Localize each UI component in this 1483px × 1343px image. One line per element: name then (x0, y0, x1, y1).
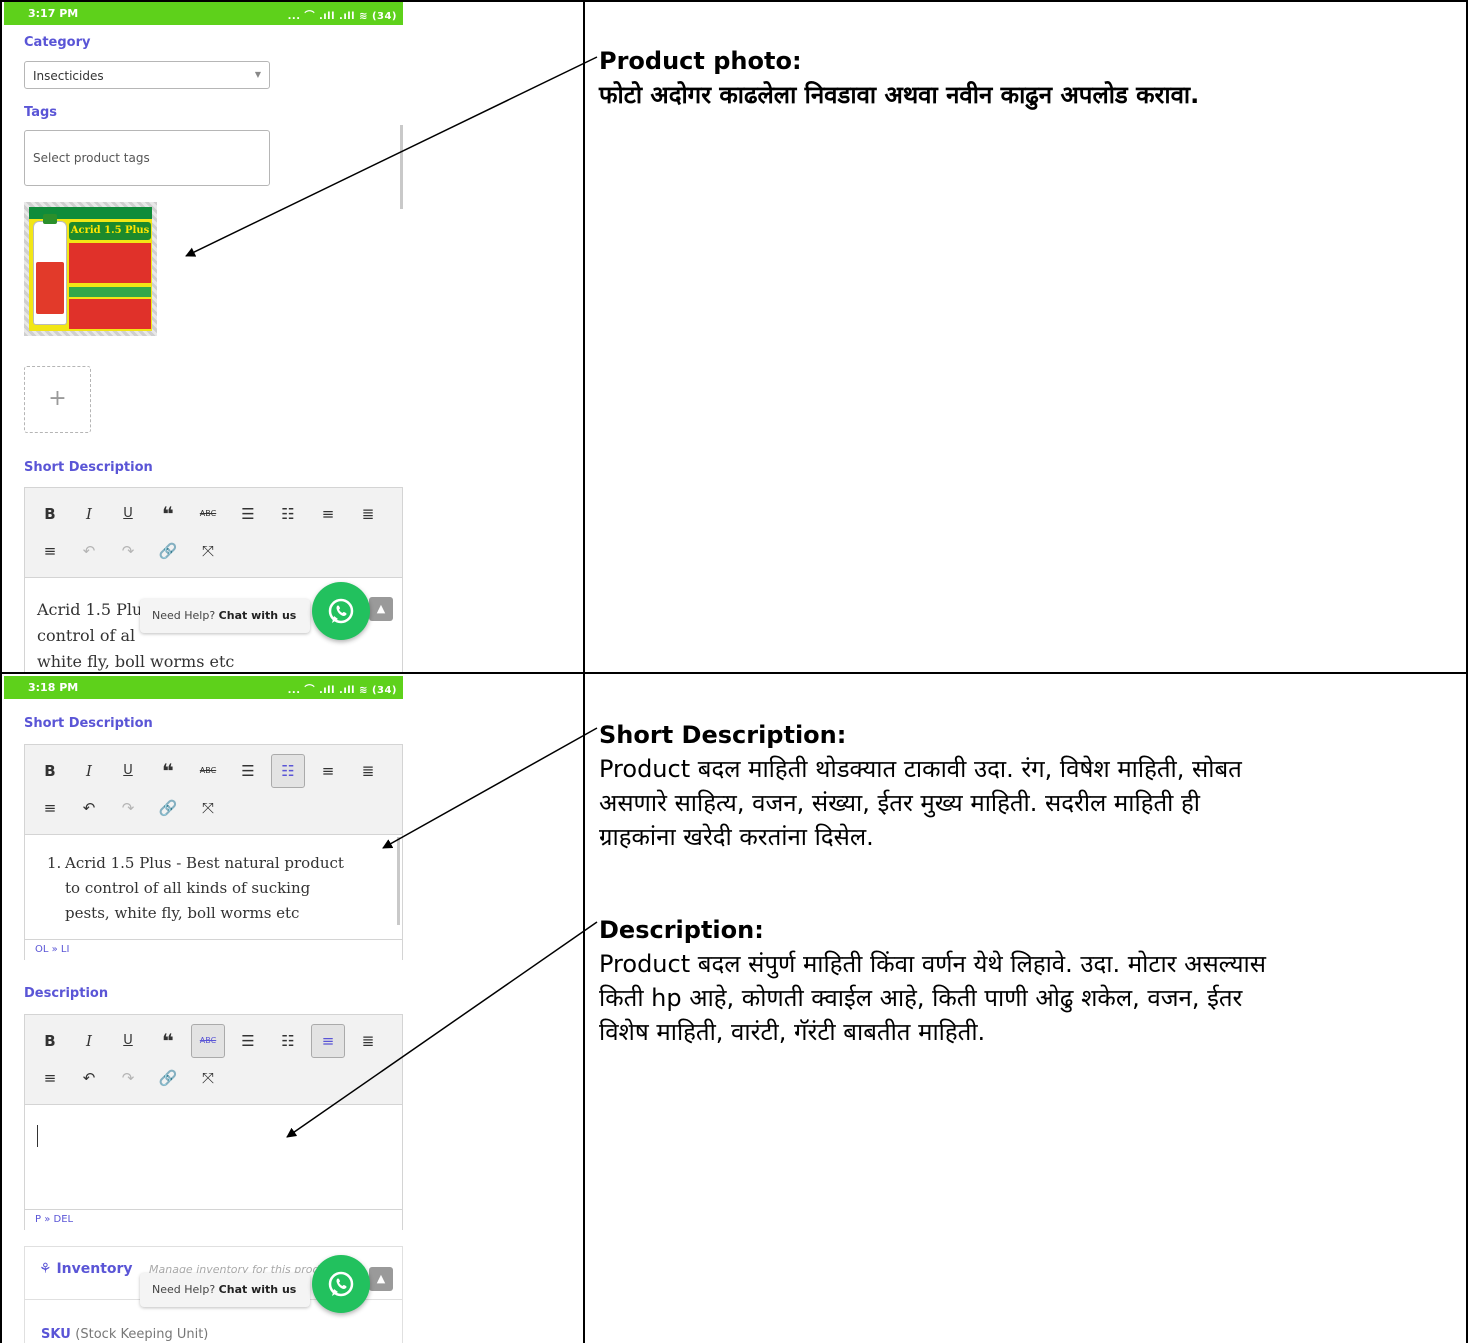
arrow-to-product-photo (185, 56, 598, 257)
arrow-to-description (286, 921, 598, 1138)
annotation-arrows (185, 56, 598, 1138)
arrow-to-short-description (382, 727, 598, 849)
